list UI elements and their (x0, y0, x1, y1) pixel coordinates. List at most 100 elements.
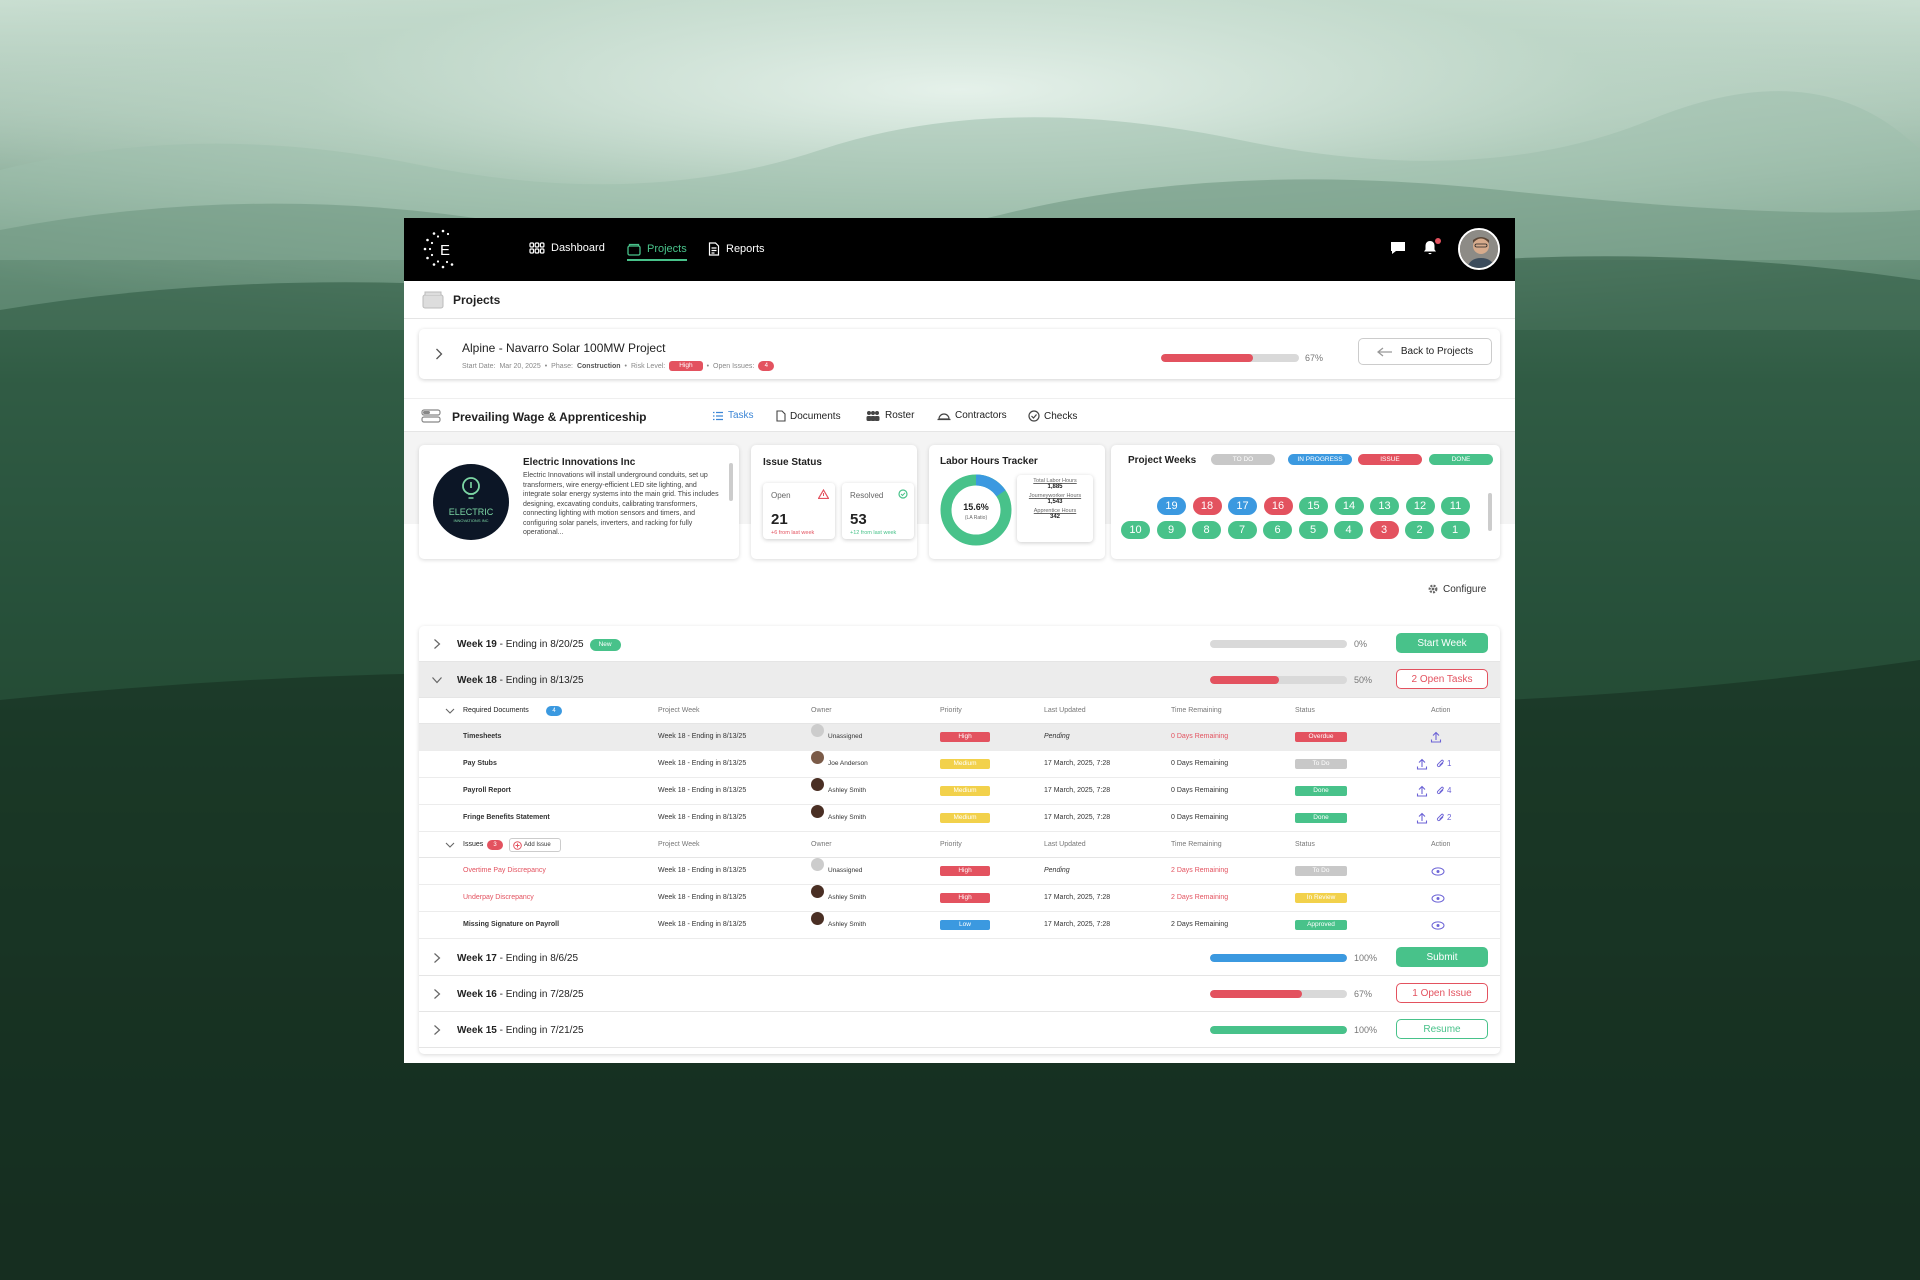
task-name[interactable]: Timesheets (463, 724, 501, 750)
week-bubble[interactable]: 8 (1192, 521, 1221, 539)
company-description: Electric Innovations will install underg… (523, 472, 719, 536)
chat-icon[interactable] (1388, 238, 1408, 258)
week-bubble[interactable]: 15 (1299, 497, 1328, 515)
owner-avatar (811, 751, 824, 764)
week-row[interactable]: Week 17 - Ending in 8/6/25 100% Submit (419, 940, 1500, 976)
phase-label: Phase: (551, 362, 573, 370)
week-number: Week 17 (457, 953, 497, 964)
chevron-right-icon[interactable] (431, 952, 443, 964)
arrow-left-icon (1376, 346, 1392, 357)
resume-button[interactable]: Resume (1396, 1019, 1488, 1039)
week-bubble[interactable]: 5 (1298, 521, 1328, 539)
week-bubble[interactable]: 3 (1369, 521, 1399, 539)
table-row[interactable]: Missing Signature on Payroll Week 18 - En… (419, 912, 1500, 939)
company-logo-subtext: INNOVATIONS INC (453, 518, 489, 523)
tab-checks-label: Checks (1044, 410, 1078, 422)
week-row[interactable]: Week 16 - Ending in 7/28/25 67% 1 Open I… (419, 976, 1500, 1012)
projects-box-icon (627, 243, 641, 256)
week-ending: - Ending in 8/6/25 (496, 953, 579, 964)
view-eye-icon[interactable] (1431, 894, 1445, 903)
task-name[interactable]: Payroll Report (463, 778, 511, 804)
start-date-label: Start Date: (462, 362, 496, 370)
view-eye-icon[interactable] (1431, 921, 1445, 930)
task-name[interactable]: Fringe Benefits Statement (463, 805, 550, 831)
week-bubble[interactable]: 13 (1370, 497, 1399, 515)
user-avatar[interactable] (1458, 228, 1500, 270)
week-bubble[interactable]: 10 (1121, 521, 1150, 539)
table-row[interactable]: Timesheets Week 18 - Ending in 8/13/25 Una… (419, 724, 1500, 751)
week-bubble[interactable]: 7 (1227, 521, 1257, 539)
table-row[interactable]: Pay Stubs Week 18 - Ending in 8/13/25 Joe … (419, 751, 1500, 778)
week-bubble[interactable]: 11 (1441, 497, 1470, 515)
task-time-remaining: 2 Days Remaining (1171, 867, 1229, 874)
open-tasks-button[interactable]: 2 Open Tasks (1396, 669, 1488, 689)
week-bubble[interactable]: 14 (1334, 497, 1364, 515)
table-row[interactable]: Overtime Pay Discrepancy Week 18 - Ending… (419, 858, 1500, 885)
open-issues-label: Open Issues: (713, 362, 755, 370)
submit-button[interactable]: Submit (1396, 947, 1488, 967)
task-name[interactable]: Overtime Pay Discrepancy (463, 858, 546, 884)
paperclip-icon[interactable] (1436, 759, 1445, 769)
priority-badge: Medium (940, 786, 990, 796)
task-name[interactable]: Pay Stubs (463, 751, 497, 777)
paperclip-icon[interactable] (1436, 786, 1445, 796)
nav-reports[interactable]: Reports (708, 242, 765, 256)
configure-button[interactable]: Configure (1427, 583, 1486, 595)
table-row[interactable]: Fringe Benefits Statement Week 18 - Endin… (419, 805, 1500, 832)
week-bubble[interactable]: 9 (1156, 521, 1186, 539)
resolved-label: Resolved (850, 491, 884, 500)
week-row-expanded[interactable]: Week 18 - Ending in 8/13/25 50% 2 Open T… (419, 662, 1500, 698)
add-issue-button[interactable]: Add Issue (509, 838, 561, 852)
description-scrollbar[interactable] (729, 463, 733, 501)
week-bubble[interactable]: 6 (1263, 521, 1292, 539)
week-bubble[interactable]: 4 (1334, 521, 1363, 539)
legend-todo: TO DO (1211, 454, 1275, 465)
weeks-scrollbar[interactable] (1488, 493, 1492, 531)
task-name[interactable]: Underpay Discrepancy (463, 885, 534, 911)
upload-icon[interactable] (1430, 731, 1442, 743)
week-progress-percent: 0% (1354, 639, 1368, 649)
week-row[interactable]: Week 15 - Ending in 7/21/25 100% Resume (419, 1012, 1500, 1048)
upload-icon[interactable] (1416, 758, 1428, 770)
tab-contractors[interactable]: Contractors (937, 410, 1007, 421)
chevron-down-icon[interactable] (445, 707, 455, 715)
company-logo-icon[interactable]: E (422, 228, 464, 270)
tab-roster[interactable]: Roster (865, 410, 914, 421)
chevron-right-icon[interactable] (431, 1024, 443, 1036)
chevron-right-icon[interactable] (431, 988, 443, 1000)
week-row[interactable]: Week 19 - Ending in 8/20/25 New 0% Start … (419, 626, 1500, 662)
tab-tasks[interactable]: Tasks (712, 410, 754, 421)
upload-icon[interactable] (1416, 785, 1428, 797)
priority-badge: High (940, 866, 990, 876)
view-eye-icon[interactable] (1431, 867, 1445, 876)
week-bubble[interactable]: 18 (1192, 497, 1222, 515)
week-bubble[interactable]: 2 (1405, 521, 1434, 539)
reports-document-icon (708, 242, 720, 256)
top-nav-bar: E Dashboard Projects Reports (404, 218, 1515, 281)
open-issue-button[interactable]: 1 Open Issue (1396, 983, 1488, 1003)
chevron-right-icon[interactable] (435, 348, 443, 360)
back-to-projects-button[interactable]: Back to Projects (1358, 338, 1492, 365)
upload-icon[interactable] (1416, 812, 1428, 824)
chevron-down-icon[interactable] (431, 674, 443, 686)
task-name[interactable]: Missing Signature on Payroll (463, 912, 559, 938)
week-bubble[interactable]: 1 (1440, 521, 1470, 539)
hard-hat-icon (937, 413, 951, 421)
start-week-button[interactable]: Start Week (1396, 633, 1488, 653)
chevron-down-icon[interactable] (445, 841, 455, 849)
tab-documents[interactable]: Documents (776, 410, 841, 422)
document-icon (776, 410, 786, 422)
table-row[interactable]: Payroll Report Week 18 - Ending in 8/13/2… (419, 778, 1500, 805)
table-row[interactable]: Underpay Discrepancy Week 18 - Ending in … (419, 885, 1500, 912)
attachment-count: 4 (1447, 786, 1452, 795)
nav-dashboard[interactable]: Dashboard (529, 242, 605, 254)
task-last-updated: 17 March, 2025, 7:28 (1044, 814, 1111, 821)
tab-checks[interactable]: Checks (1028, 410, 1077, 422)
week-bubble[interactable]: 12 (1405, 497, 1435, 515)
week-bubble[interactable]: 16 (1263, 497, 1293, 515)
week-bubble[interactable]: 19 (1157, 497, 1186, 515)
week-bubble[interactable]: 17 (1228, 497, 1257, 515)
paperclip-icon[interactable] (1436, 813, 1445, 823)
chevron-right-icon[interactable] (431, 638, 443, 650)
nav-projects[interactable]: Projects (627, 242, 687, 261)
